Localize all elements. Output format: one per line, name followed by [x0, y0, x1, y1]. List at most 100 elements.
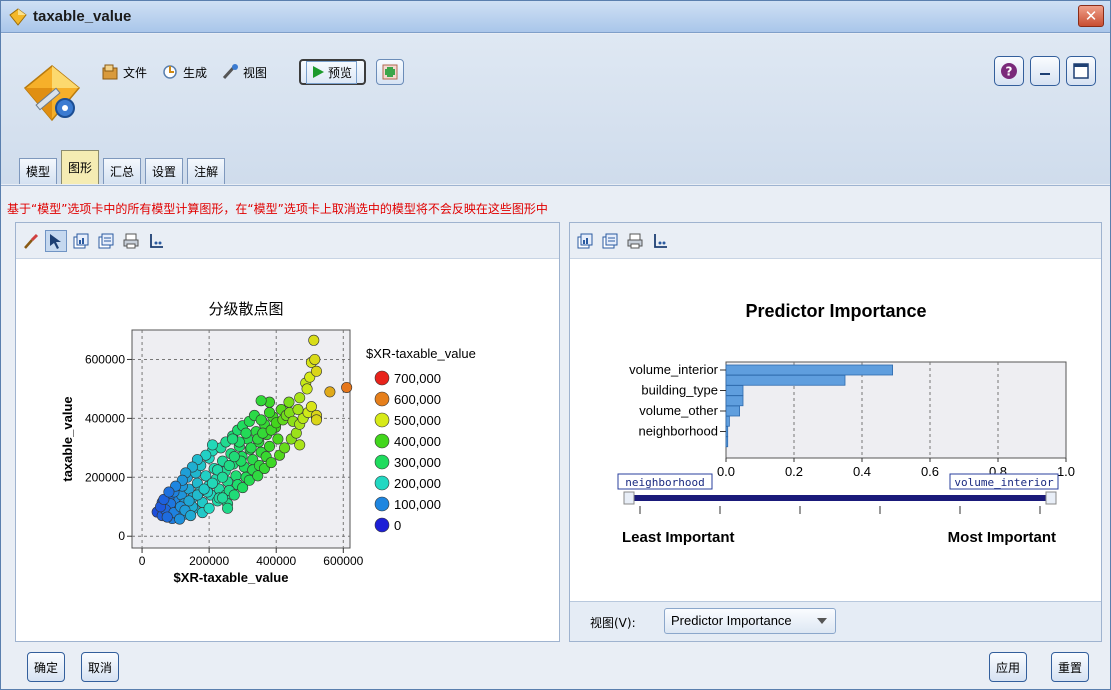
ok-button[interactable]: 确定	[27, 652, 66, 682]
view-label: 视图(V):	[590, 616, 636, 630]
x-tick-label: 0.2	[785, 464, 803, 479]
legend-swatch	[374, 517, 390, 533]
slider-min-label: neighborhood	[625, 476, 704, 489]
scatter-point	[301, 383, 313, 395]
window-controls: ?	[988, 56, 1096, 86]
legend-swatch	[374, 412, 390, 428]
title-bar: taxable_value ✕	[1, 1, 1110, 33]
scatter-point	[279, 442, 291, 454]
generate-icon	[163, 65, 177, 79]
slider-max-handle	[1045, 491, 1057, 505]
scatter-point	[255, 414, 267, 426]
pointer-icon[interactable]	[45, 229, 67, 252]
x-tick-label: 0.4	[853, 464, 871, 479]
view-select-value: Predictor Importance	[671, 613, 792, 628]
file-icon	[102, 64, 118, 80]
slider-max-label: volume_interior	[954, 476, 1054, 489]
x-tick-label: 200000	[189, 554, 229, 568]
brush-icon[interactable]	[20, 230, 42, 252]
help-button[interactable]: ?	[994, 56, 1024, 86]
print-icon[interactable]	[624, 230, 646, 252]
tab-model[interactable]: 模型	[19, 158, 58, 184]
reset-label: 重置	[1058, 660, 1083, 675]
preview-button[interactable]: 预览	[299, 59, 367, 85]
legend-label: 0	[394, 518, 401, 533]
view-menu[interactable]: 视图	[221, 63, 267, 81]
tab-summary[interactable]: 汇总	[103, 158, 142, 184]
close-button[interactable]: ✕	[1078, 5, 1104, 27]
scatter-point	[228, 451, 240, 463]
scatter-point	[217, 471, 229, 483]
toolbar: 文件 生成 视图 预览	[101, 58, 405, 86]
print-icon[interactable]	[120, 230, 142, 252]
scatter-point	[245, 442, 257, 454]
scatter-point	[294, 392, 306, 404]
add-to-stream-button[interactable]	[376, 59, 405, 85]
legend-swatch	[374, 475, 390, 491]
maximize-button[interactable]	[1066, 56, 1096, 86]
importance-bar	[725, 374, 846, 386]
scatter-point	[272, 433, 284, 445]
window-title: taxable_value	[33, 8, 132, 25]
copy-chart-icon[interactable]	[70, 230, 92, 252]
scatter-point	[294, 439, 306, 451]
legend-title: $XR-taxable_value	[366, 346, 476, 361]
view-icon	[222, 64, 239, 80]
generate-menu-label: 生成	[183, 65, 208, 80]
x-tick-label: 0	[139, 554, 146, 568]
view-select[interactable]: Predictor Importance	[664, 608, 836, 634]
minimize-button[interactable]	[1030, 56, 1060, 86]
tab-settings[interactable]: 设置	[145, 158, 184, 184]
scatter-chart: 分级散点图 0 200000 400000 600000 0 200000 400000 600…	[60, 300, 476, 585]
panel-splitter[interactable]	[562, 222, 567, 642]
chevron-down-icon	[817, 618, 827, 624]
y-tick-label: building_type	[641, 383, 718, 398]
scatter-point	[283, 396, 295, 408]
importance-bar	[725, 364, 894, 376]
copy-chart-icon[interactable]	[574, 230, 596, 252]
model-nugget-icon	[23, 65, 81, 122]
tab-annotations[interactable]: 注解	[187, 158, 226, 184]
scatter-point	[227, 433, 239, 445]
ok-label: 确定	[34, 660, 59, 675]
legend-swatch	[374, 454, 390, 470]
axis-icon[interactable]	[649, 230, 671, 252]
cancel-button[interactable]: 取消	[81, 652, 120, 682]
scatter-point	[265, 457, 277, 469]
legend-swatch	[374, 391, 390, 407]
minimize-icon	[1040, 73, 1050, 75]
copy-data-icon[interactable]	[599, 230, 621, 252]
y-tick-label: 200000	[85, 470, 125, 484]
scatter-point	[228, 489, 240, 501]
tab-graphs[interactable]: 图形	[61, 150, 100, 184]
tab-label: 图形	[68, 161, 93, 175]
view-menu-label: 视图	[243, 65, 268, 80]
scatter-point	[255, 395, 267, 407]
importance-chart: Predictor Importance0.0 0.2 0.4 0.6 0.8 1.0vo…	[617, 301, 1075, 546]
generate-menu[interactable]: 生成	[161, 63, 207, 81]
y-tick-label: volume_interior	[629, 362, 719, 377]
importance-bar	[725, 426, 729, 437]
axis-icon[interactable]	[145, 230, 167, 252]
scatter-point	[324, 386, 336, 398]
copy-data-icon[interactable]	[95, 230, 117, 252]
apply-button[interactable]: 应用	[989, 652, 1028, 682]
file-menu[interactable]: 文件	[101, 63, 147, 81]
reset-button[interactable]: 重置	[1051, 652, 1090, 682]
window: taxable_value ✕ 文件 生成 视图 预览 ? 模型 图形 汇总 设…	[0, 0, 1111, 690]
notice-text: 基于“模型”选项卡中的所有模型计算图形，在“模型”选项卡上取消选中的模型将不会反…	[1, 185, 1110, 221]
app-diamond-icon	[9, 8, 27, 26]
importance-panel: Predictor Importance 0.0 0.2 0.4 0.6 0.8 1.0 vo…	[569, 222, 1102, 642]
x-tick-label: 0.0	[717, 464, 735, 479]
slider-min-handle	[623, 491, 635, 505]
importance-slider-track	[632, 495, 1048, 501]
y-axis-label: taxable_value	[60, 396, 75, 481]
scatter-point	[309, 353, 321, 365]
scatter-point	[203, 502, 215, 514]
tab-label: 汇总	[110, 165, 135, 179]
scatter-point	[206, 439, 218, 451]
legend-swatch	[374, 370, 390, 386]
legend-label: 200,000	[394, 476, 441, 491]
scatter-point	[308, 334, 320, 346]
scatter-point	[240, 427, 252, 439]
